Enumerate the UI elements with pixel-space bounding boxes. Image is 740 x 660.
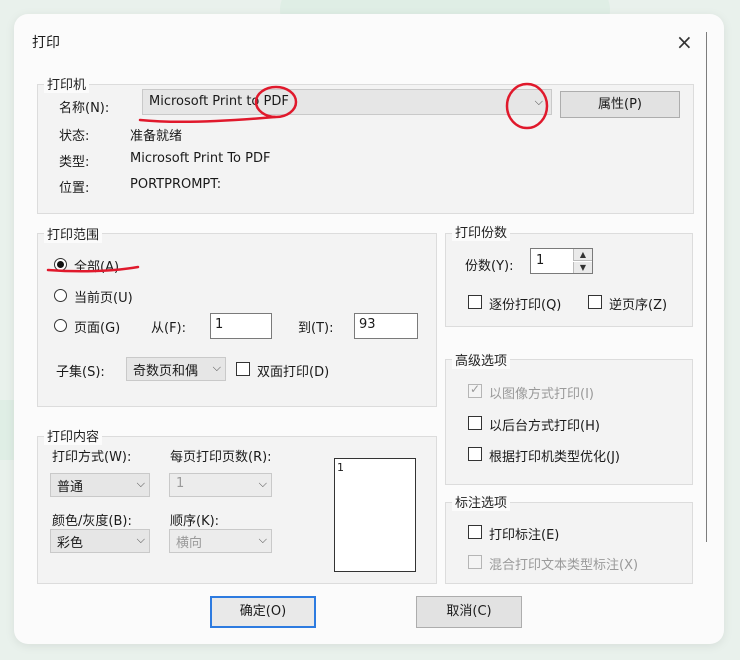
- color-select[interactable]: 彩色 ⌵: [50, 529, 150, 553]
- chevron-down-icon: ⌵: [136, 533, 145, 546]
- print-mode-select[interactable]: 普通 ⌵: [50, 473, 150, 497]
- copies-value: 1: [536, 253, 545, 268]
- type-value: Microsoft Print To PDF: [130, 151, 271, 166]
- range-all-radio[interactable]: [54, 258, 67, 271]
- collate-label[interactable]: 逐份打印(Q): [489, 294, 561, 313]
- printer-legend: 打印机: [44, 74, 90, 93]
- from-input[interactable]: 1: [210, 313, 272, 339]
- background-print-label[interactable]: 以后台方式打印(H): [489, 415, 600, 434]
- subset-select-value: 奇数页和偶: [133, 364, 199, 379]
- subset-label: 子集(S):: [56, 365, 105, 380]
- print-annotation-checkbox[interactable]: [468, 525, 482, 539]
- pages-per-sheet-select: 1 ⌵: [169, 473, 272, 497]
- print-as-image-checkbox: [468, 382, 482, 398]
- reverse-order-label[interactable]: 逆页序(Z): [609, 294, 667, 313]
- print-annotation-label[interactable]: 打印标注(E): [489, 524, 559, 543]
- chevron-down-icon: ⌵: [136, 477, 145, 490]
- range-all-label[interactable]: 全部(A): [74, 256, 119, 275]
- location-value: PORTPROMPT:: [130, 177, 222, 192]
- cancel-button[interactable]: 取消(C): [416, 596, 522, 628]
- pages-per-sheet-value: 1: [176, 476, 185, 491]
- chevron-down-icon: ⌵: [258, 477, 267, 490]
- annotation-legend: 标注选项: [452, 492, 511, 511]
- duplex-label[interactable]: 双面打印(D): [257, 361, 329, 380]
- subset-select[interactable]: 奇数页和偶 ⌵: [126, 357, 226, 381]
- chevron-down-icon[interactable]: ⌵: [535, 95, 543, 109]
- order-select: 横向 ⌵: [169, 529, 272, 553]
- print-mode-label: 打印方式(W):: [52, 450, 132, 465]
- print-mode-value: 普通: [57, 480, 84, 495]
- ok-button[interactable]: 确定(O): [210, 596, 316, 628]
- window-title: 打印: [32, 35, 60, 51]
- collate-checkbox[interactable]: [468, 295, 482, 309]
- range-current-label[interactable]: 当前页(U): [74, 287, 133, 306]
- range-pages-label[interactable]: 页面(G): [74, 317, 120, 336]
- print-as-image-label: 以图像方式打印(I): [489, 387, 594, 402]
- duplex-checkbox[interactable]: [236, 362, 250, 376]
- printer-name-label: 名称(N):: [59, 101, 110, 116]
- print-content-legend: 打印内容: [44, 426, 103, 445]
- location-label: 位置:: [59, 181, 90, 196]
- copies-label: 份数(Y):: [465, 259, 514, 274]
- printer-properties-button[interactable]: 属性(P): [560, 91, 680, 118]
- print-range-legend: 打印范围: [44, 224, 103, 243]
- close-icon[interactable]: ×: [676, 32, 693, 52]
- type-label: 类型:: [59, 155, 90, 170]
- range-pages-radio[interactable]: [54, 319, 67, 332]
- optimize-checkbox[interactable]: [468, 447, 482, 461]
- chevron-down-icon: ⌵: [258, 533, 267, 546]
- from-label: 从(F):: [151, 321, 187, 336]
- printer-select-value: Microsoft Print to PDF: [149, 94, 289, 109]
- to-label: 到(T):: [298, 321, 334, 336]
- mixed-annotation-label: 混合打印文本类型标注(X): [489, 558, 639, 573]
- status-label: 状态:: [59, 129, 90, 144]
- increment-icon[interactable]: ▲: [573, 249, 592, 261]
- optimize-label[interactable]: 根据打印机类型优化(J): [489, 446, 620, 465]
- advanced-legend: 高级选项: [452, 350, 511, 369]
- status-value: 准备就绪: [130, 129, 183, 144]
- range-current-radio[interactable]: [54, 289, 67, 302]
- chevron-down-icon: ⌵: [212, 361, 221, 374]
- decrement-icon[interactable]: ▼: [573, 262, 592, 273]
- page-preview: 1: [334, 458, 416, 572]
- color-value: 彩色: [57, 536, 84, 551]
- order-label: 顺序(K):: [170, 514, 220, 529]
- color-label: 颜色/灰度(B):: [52, 514, 132, 529]
- background-print-checkbox[interactable]: [468, 416, 482, 430]
- mixed-annotation-checkbox: [468, 555, 482, 569]
- print-dialog: 打印 × 打印机 名称(N): Microsoft Print to PDF ⌵…: [14, 14, 724, 644]
- pages-per-sheet-label: 每页打印页数(R):: [170, 450, 272, 465]
- window-edge: [706, 32, 707, 542]
- copies-legend: 打印份数: [452, 222, 511, 241]
- to-input[interactable]: 93: [354, 313, 418, 339]
- printer-select[interactable]: Microsoft Print to PDF ⌵: [142, 89, 552, 115]
- reverse-order-checkbox[interactable]: [588, 295, 602, 309]
- order-value: 横向: [176, 536, 203, 551]
- copies-spinner[interactable]: 1 ▲ ▼: [530, 248, 593, 274]
